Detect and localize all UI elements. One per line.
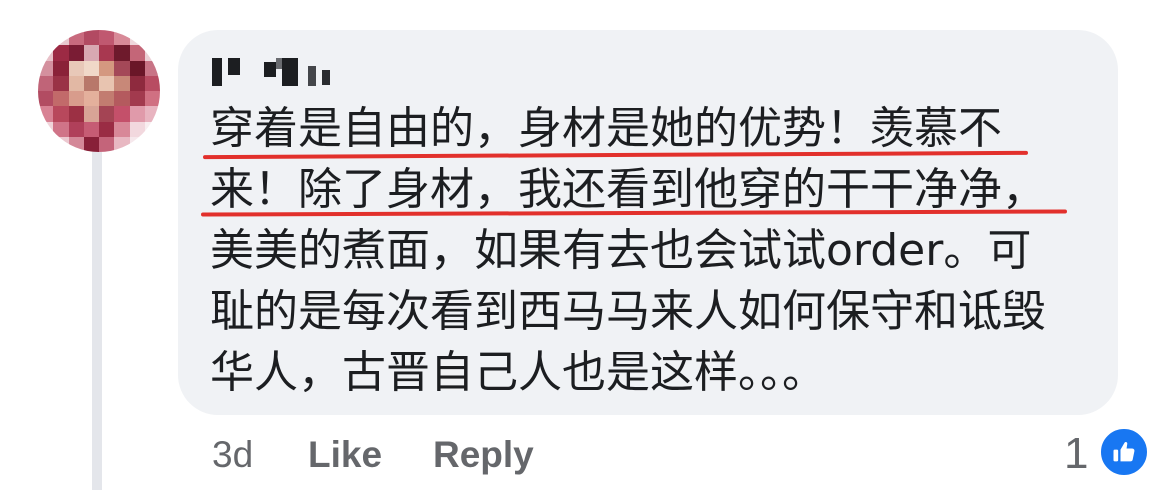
comment-timestamp[interactable]: 3d <box>212 433 253 477</box>
thumbs-up-glyph <box>1113 442 1135 462</box>
thumbs-up-icon[interactable] <box>1098 426 1150 478</box>
reply-button[interactable]: Reply <box>433 433 534 477</box>
comment-line: 来！除了身材，我还看到他穿的干干净净， <box>210 164 1046 215</box>
comment-line: 耻的是每次看到西马马来人如何保守和诋毁 <box>210 286 1046 337</box>
like-button[interactable]: Like <box>308 433 382 477</box>
comment-line: 美美的煮面，如果有去也会试试order。可 <box>210 225 1032 276</box>
comment-author-name[interactable] <box>212 58 330 86</box>
comment-line: 华人，古晋自己人也是这样。。。 <box>210 347 826 398</box>
reaction-count[interactable]: 1 <box>1064 430 1088 478</box>
avatar[interactable] <box>38 30 160 152</box>
comment-text: 穿着是自由的，身材是她的优势！羡慕不 来！除了身材，我还看到他穿的干干净净， 美… <box>210 98 1090 403</box>
comment-line: 穿着是自由的，身材是她的优势！羡慕不 <box>210 103 1002 154</box>
thread-line <box>92 152 102 490</box>
